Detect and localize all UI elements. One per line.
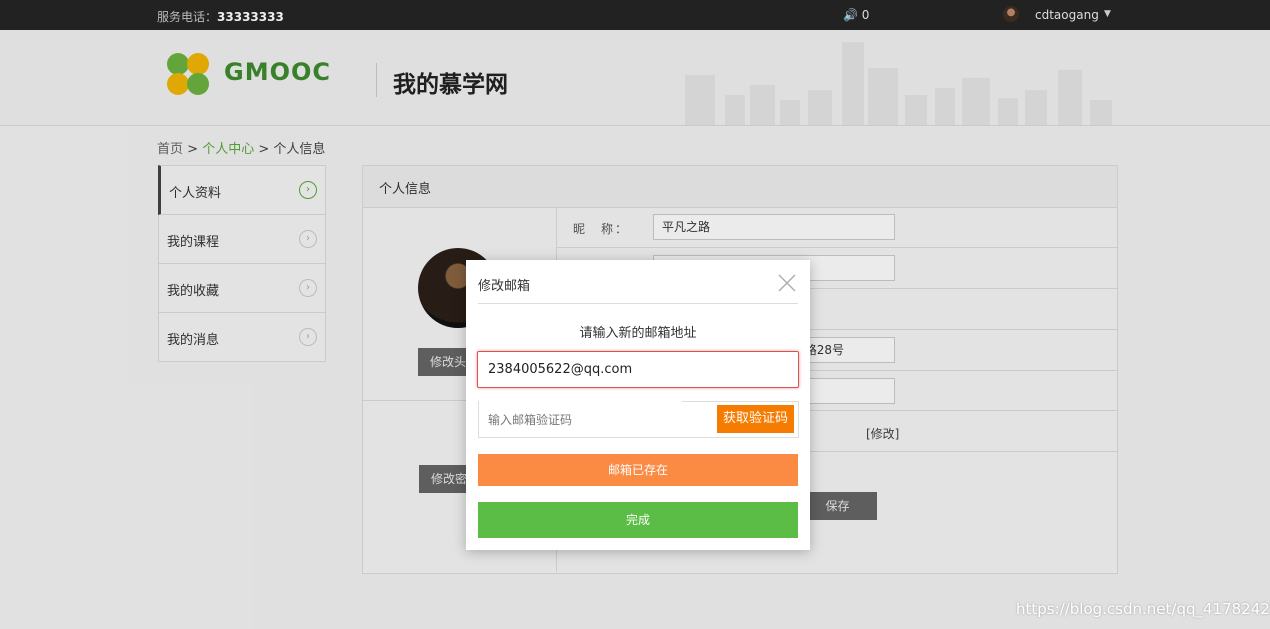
caret-down-icon[interactable]: ▼: [1104, 9, 1111, 19]
notification-count: 0: [861, 8, 870, 22]
service-phone-label: 服务电话：: [157, 10, 218, 24]
service-phone: 服务电话：33333333: [157, 8, 284, 25]
username[interactable]: cdtaogang: [1035, 8, 1099, 22]
service-phone-number: 33333333: [217, 10, 284, 24]
input-border: [682, 401, 799, 402]
close-icon[interactable]: [777, 273, 797, 293]
modal-prompt: 请输入新的邮箱地址: [579, 326, 697, 341]
new-email-input[interactable]: 2384005622@qq.com: [477, 351, 799, 388]
error-message: 邮箱已存在: [478, 454, 798, 486]
done-button[interactable]: 完成: [478, 502, 798, 538]
top-bar: 服务电话：33333333 🔊 0 cdtaogang ▼: [0, 0, 1270, 30]
speaker-icon: 🔊: [843, 8, 858, 22]
modal-divider: [478, 303, 798, 304]
user-avatar-small[interactable]: [1003, 6, 1019, 22]
notification-indicator[interactable]: 🔊 0: [843, 8, 869, 22]
watermark: https://blog.csdn.net/qq_41782425: [1016, 600, 1270, 618]
modal-title: 修改邮箱: [478, 279, 531, 294]
verification-code-placeholder: 输入邮箱验证码: [488, 413, 573, 427]
get-verification-code-button[interactable]: 获取验证码: [717, 405, 794, 433]
